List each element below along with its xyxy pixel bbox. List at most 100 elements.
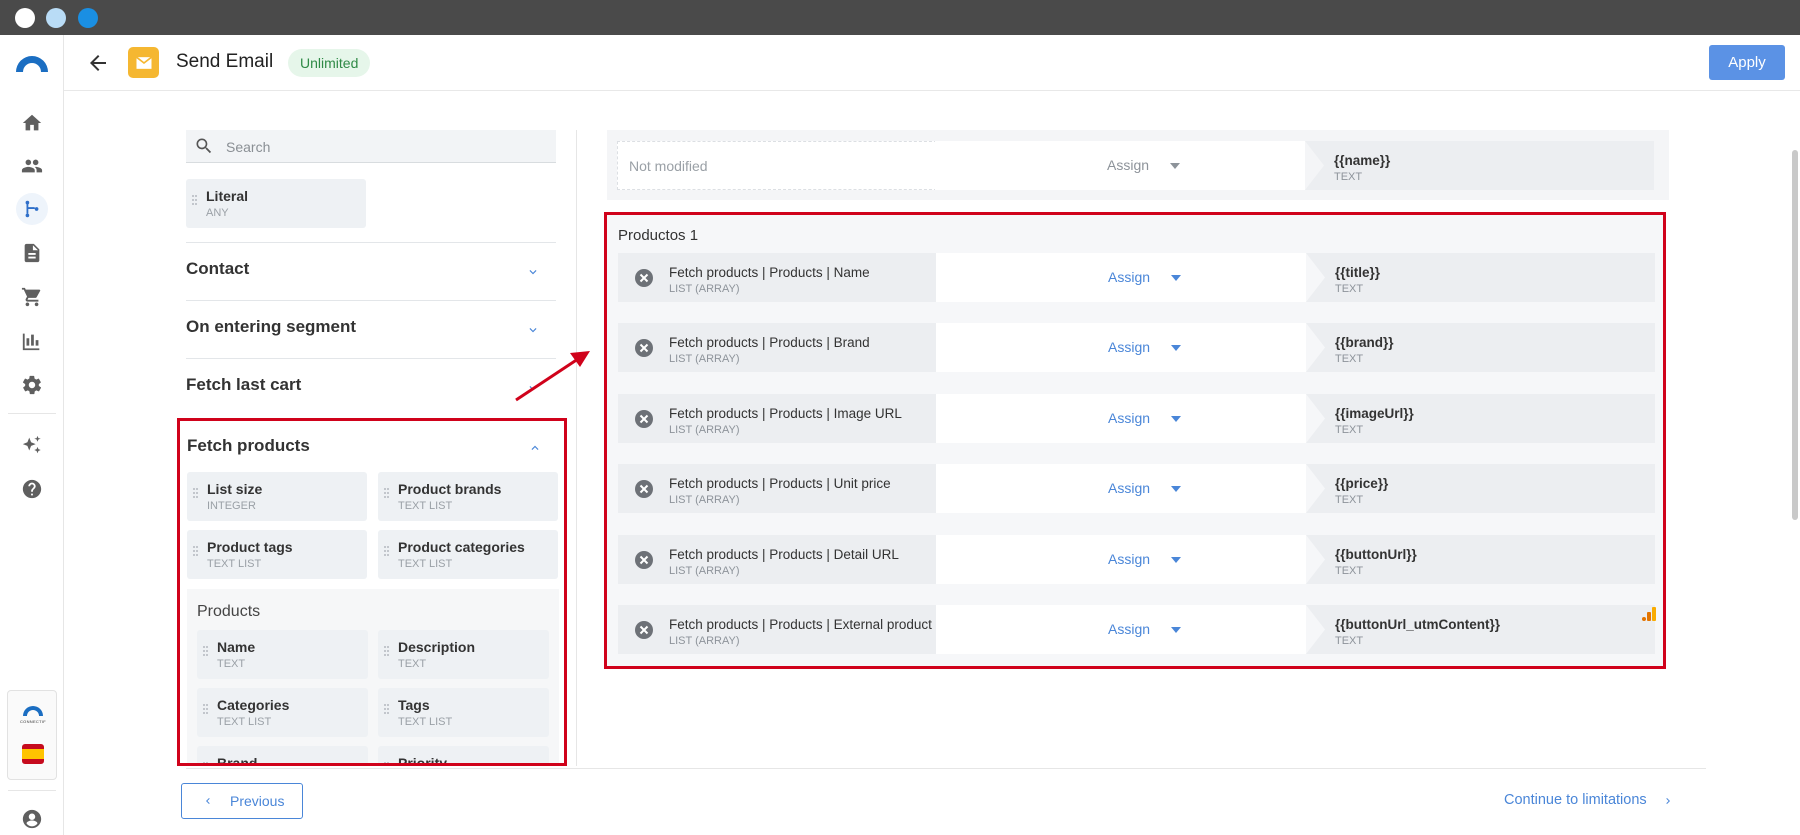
assign-dropdown[interactable]: Assign [1108, 269, 1150, 285]
settings-icon[interactable] [16, 369, 48, 401]
field-chip-product-tags[interactable]: Product tags TEXT LIST [187, 530, 367, 579]
mapping-row: Fetch products | Products | Name LIST (A… [618, 253, 1655, 302]
source-type: LIST (ARRAY) [669, 424, 740, 436]
field-type: TEXT LIST [398, 558, 453, 570]
caret-down-icon[interactable] [1171, 275, 1181, 281]
field-chip-list-size[interactable]: List size INTEGER [187, 472, 367, 521]
ai-sparkle-icon[interactable] [16, 429, 48, 461]
chevron-up-icon[interactable] [528, 441, 542, 455]
field-chip-tags[interactable]: Tags TEXT LIST [378, 688, 549, 737]
app-logo-icon[interactable] [14, 53, 50, 73]
apply-button[interactable]: Apply [1709, 45, 1785, 80]
assign-dropdown[interactable]: Assign [1108, 339, 1150, 355]
field-search[interactable] [186, 130, 556, 163]
field-type: TEXT LIST [217, 716, 272, 728]
org-switcher[interactable]: CONNECTIF [7, 690, 57, 780]
assign-dropdown[interactable]: Assign [1108, 621, 1150, 637]
drag-handle-icon[interactable] [193, 488, 199, 502]
assign-dropdown[interactable]: Assign [1108, 480, 1150, 496]
source-slot[interactable]: Not modified [617, 141, 937, 190]
window-minimize-dot[interactable] [46, 8, 66, 28]
remove-icon[interactable] [634, 268, 654, 288]
drag-handle-icon[interactable] [203, 704, 209, 718]
drag-handle-icon[interactable] [384, 646, 390, 660]
section-title: On entering segment [186, 317, 357, 336]
field-chip-priority[interactable]: Priority [378, 746, 549, 763]
target-label: {{price}} [1335, 476, 1389, 491]
field-label: Product tags [207, 539, 293, 555]
field-chip-categories[interactable]: Categories TEXT LIST [197, 688, 368, 737]
flows-icon[interactable] [16, 193, 48, 225]
field-chip-brand[interactable]: Brand [197, 746, 368, 763]
assign-dropdown[interactable]: Assign [1108, 410, 1150, 426]
reports-icon[interactable] [16, 325, 48, 357]
source-label: Not modified [629, 158, 708, 174]
drag-handle-icon[interactable] [203, 646, 209, 660]
caret-down-icon[interactable] [1171, 557, 1181, 563]
field-label: Name [217, 639, 256, 655]
caret-down-icon[interactable] [1171, 416, 1181, 422]
remove-icon[interactable] [634, 409, 654, 429]
section-on-entering-segment[interactable]: On entering segment [186, 300, 556, 358]
app-rail: CONNECTIF [0, 35, 64, 835]
assign-dropdown[interactable]: Assign [1107, 157, 1149, 173]
source-type: LIST (ARRAY) [669, 353, 740, 365]
window-close-dot[interactable] [15, 8, 35, 28]
drag-handle-icon[interactable] [193, 546, 199, 560]
back-arrow-icon[interactable] [86, 51, 110, 75]
field-label: List size [207, 481, 263, 497]
remove-icon[interactable] [634, 479, 654, 499]
document-icon[interactable] [16, 237, 48, 269]
field-chip-name[interactable]: Name TEXT [197, 630, 368, 679]
field-chip-product-brands[interactable]: Product brands TEXT LIST [378, 472, 558, 521]
target-type: TEXT [1335, 635, 1364, 647]
drag-handle-icon[interactable] [203, 762, 209, 763]
cart-icon[interactable] [16, 281, 48, 313]
drag-handle-icon[interactable] [384, 488, 390, 502]
caret-down-icon[interactable] [1171, 345, 1181, 351]
section-title[interactable]: Fetch products [187, 436, 310, 456]
field-type: TEXT LIST [398, 716, 453, 728]
window-maximize-dot[interactable] [78, 8, 98, 28]
caret-down-icon[interactable] [1171, 486, 1181, 492]
search-input[interactable] [226, 130, 546, 163]
caret-down-icon[interactable] [1170, 163, 1180, 169]
drag-handle-icon[interactable] [384, 704, 390, 718]
contacts-icon[interactable] [16, 150, 48, 182]
field-chip-description[interactable]: Description TEXT [378, 630, 549, 679]
chevron-down-icon[interactable] [526, 323, 540, 337]
section-fetch-last-cart[interactable]: Fetch last cart [186, 358, 556, 416]
field-chip-product-categories[interactable]: Product categories TEXT LIST [378, 530, 558, 579]
continue-link[interactable]: Continue to limitations [1504, 792, 1647, 808]
footer-divider [186, 768, 1706, 769]
field-chip-literal[interactable]: Literal ANY [186, 179, 366, 228]
section-title: Fetch last cart [186, 375, 302, 394]
chevron-right-icon[interactable] [1662, 795, 1674, 807]
chevron-down-icon[interactable] [526, 265, 540, 279]
mapping-row-unmodified: Not modified Assign {{name}} TEXT [617, 141, 1654, 190]
search-icon [196, 138, 212, 154]
remove-icon[interactable] [634, 550, 654, 570]
section-contact[interactable]: Contact [186, 242, 556, 300]
previous-button[interactable]: Previous [181, 783, 303, 819]
help-icon[interactable] [16, 473, 48, 505]
remove-icon[interactable] [634, 338, 654, 358]
mapping-row: Fetch products | Products | Detail URL L… [618, 535, 1655, 584]
assign-dropdown[interactable]: Assign [1108, 551, 1150, 567]
vertical-scrollbar[interactable] [1792, 150, 1798, 520]
source-label: Fetch products | Products | Image URL [669, 406, 902, 421]
mapping-row: Fetch products | Products | External pro… [618, 605, 1655, 654]
mapping-row: Fetch products | Products | Image URL LI… [618, 394, 1655, 443]
target-type: TEXT [1335, 565, 1364, 577]
target-type: TEXT [1334, 171, 1363, 183]
chevron-left-icon [206, 798, 210, 804]
rail-separator [8, 413, 56, 414]
drag-handle-icon[interactable] [192, 195, 198, 209]
drag-handle-icon[interactable] [384, 762, 390, 763]
remove-icon[interactable] [634, 620, 654, 640]
spain-flag-icon[interactable] [22, 744, 44, 764]
caret-down-icon[interactable] [1171, 627, 1181, 633]
account-icon[interactable] [16, 803, 48, 835]
home-icon[interactable] [16, 107, 48, 139]
drag-handle-icon[interactable] [384, 546, 390, 560]
